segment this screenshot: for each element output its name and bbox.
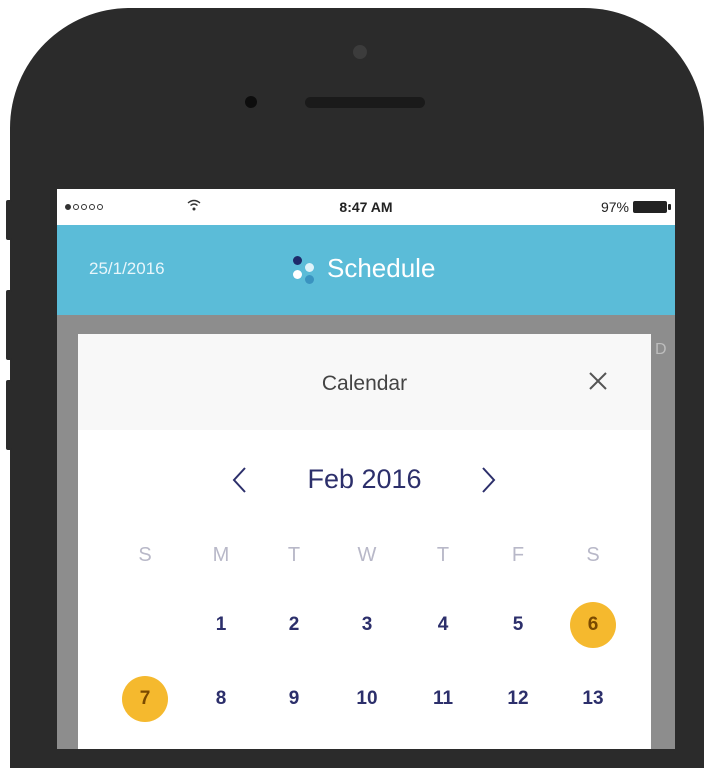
day-cell[interactable]: 3	[344, 602, 390, 648]
phone-screen: 8:47 AM 97% 25/1/2016 Schedule D Calenda…	[57, 189, 675, 749]
app-header: 25/1/2016 Schedule	[57, 225, 675, 315]
calendar-dialog: Calendar Feb 2016 S M T W T F S 1 2 3 4 …	[78, 334, 651, 749]
mute-switch	[6, 200, 12, 240]
month-navigation: Feb 2016	[78, 458, 651, 498]
day-cell[interactable]: 11	[420, 676, 466, 722]
chevron-right-icon[interactable]	[476, 464, 500, 496]
day-cell-highlighted[interactable]: 7	[122, 676, 168, 722]
day-cell[interactable]: 5	[495, 602, 541, 648]
proximity-sensor	[245, 96, 257, 108]
day-cell[interactable]: 9	[271, 676, 317, 722]
weekday-label: F	[511, 544, 525, 566]
weekday-label: S	[138, 544, 152, 566]
front-camera	[353, 45, 367, 59]
day-cell[interactable]: 8	[198, 676, 244, 722]
app-title-text: Schedule	[327, 253, 436, 283]
weekday-label: T	[436, 544, 450, 566]
schedule-logo-icon	[293, 254, 317, 284]
day-cell[interactable]: 12	[495, 676, 541, 722]
status-time: 8:47 AM	[339, 199, 393, 215]
dialog-header: Calendar	[78, 334, 651, 430]
weekday-label: S	[586, 544, 600, 566]
app-title: Schedule	[293, 253, 435, 284]
dialog-title: Calendar	[321, 372, 408, 395]
day-cell-highlighted[interactable]: 6	[570, 602, 616, 648]
underlying-text: D	[655, 341, 667, 358]
weekday-label: M	[212, 544, 230, 566]
earpiece-speaker	[305, 97, 425, 108]
day-cell[interactable]: 1	[198, 602, 244, 648]
close-icon[interactable]	[587, 370, 609, 392]
status-bar: 8:47 AM 97%	[57, 189, 675, 225]
weekday-label: W	[357, 544, 377, 566]
day-cell[interactable]: 10	[344, 676, 390, 722]
day-cell[interactable]: 13	[570, 676, 616, 722]
day-cell[interactable]: 4	[420, 602, 466, 648]
volume-down-button	[6, 380, 12, 450]
battery-icon	[633, 201, 671, 213]
month-label: Feb 2016	[307, 464, 422, 494]
selected-date-button[interactable]: 25/1/2016	[89, 259, 165, 279]
day-cell[interactable]: 2	[271, 602, 317, 648]
volume-up-button	[6, 290, 12, 360]
weekday-label: T	[287, 544, 301, 566]
